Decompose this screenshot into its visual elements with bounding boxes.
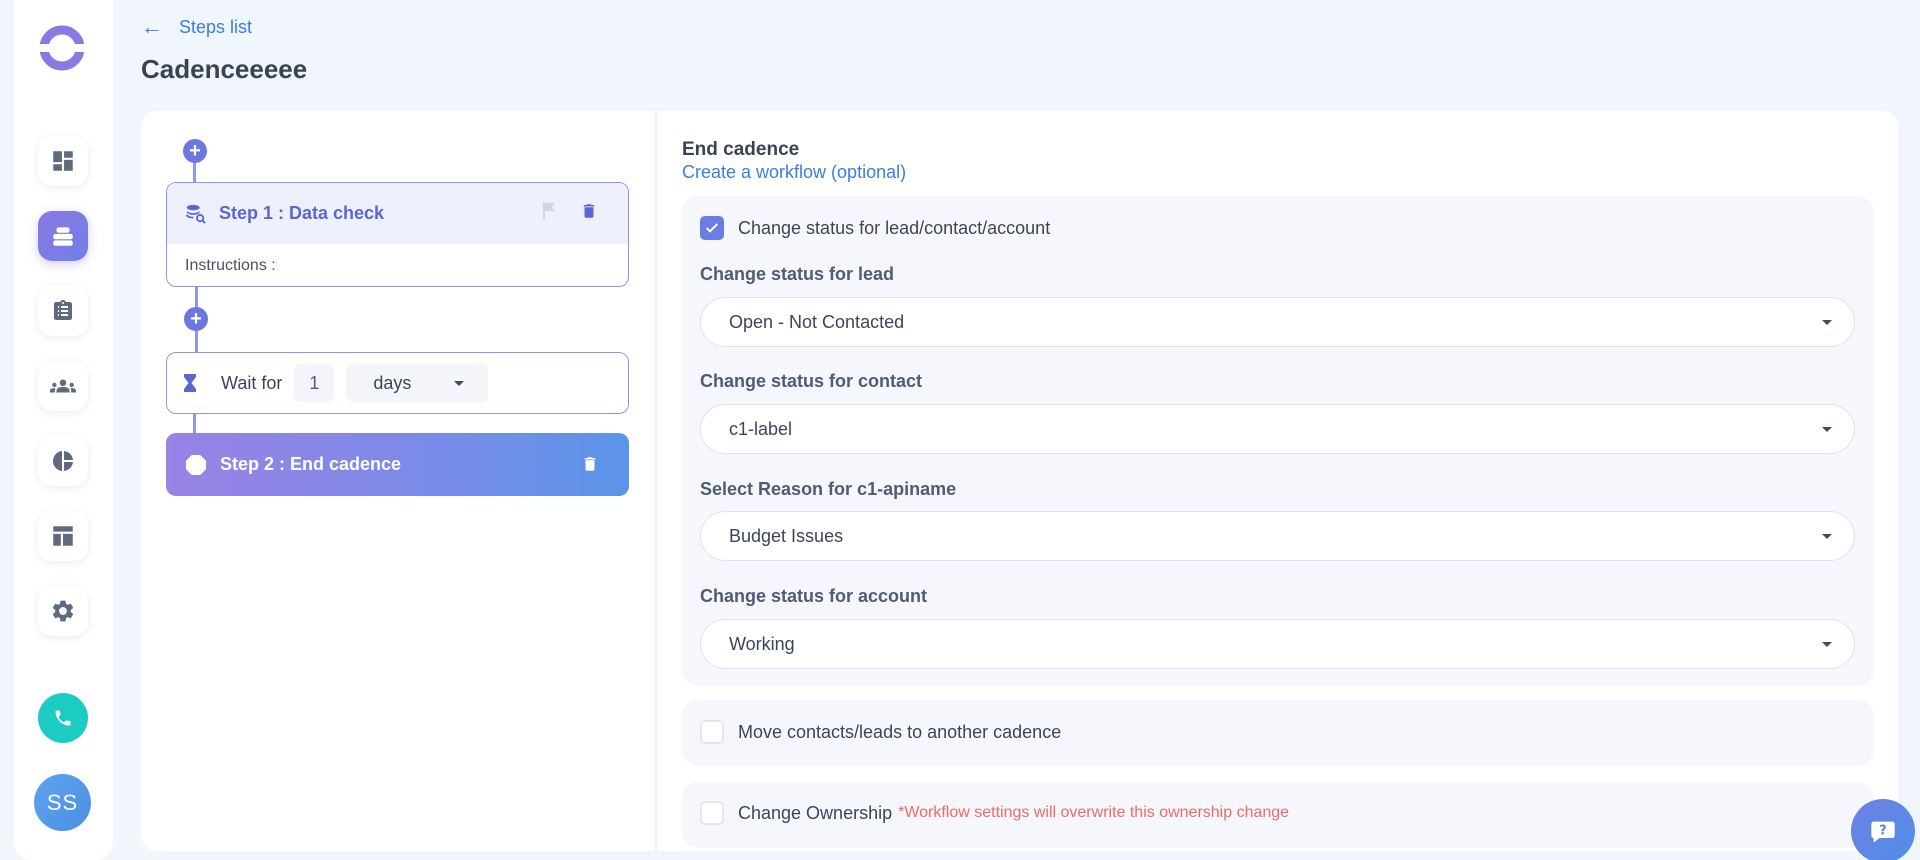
- svg-text:?: ?: [1879, 824, 1886, 839]
- back-arrow-icon: ←: [141, 14, 163, 39]
- cadence-icon: [53, 227, 73, 246]
- nav-analytics[interactable]: [38, 436, 88, 486]
- step-1-title: Step 1 : Data check: [219, 203, 385, 223]
- wait-card: Wait for 1 days: [166, 352, 629, 414]
- change-status-checkbox[interactable]: [700, 216, 724, 240]
- account-status-label: Change status for account: [700, 586, 928, 606]
- ownership-checkbox-row[interactable]: Change Ownership *Workflow settings will…: [700, 801, 1289, 825]
- wait-unit-value: days: [373, 372, 412, 393]
- move-cadence-checkbox-row[interactable]: Move contacts/leads to another cadence: [700, 720, 1061, 744]
- contact-status-select[interactable]: c1-label: [700, 404, 1855, 454]
- app-logo[interactable]: [38, 24, 86, 72]
- wait-label: Wait for: [221, 372, 283, 393]
- chevron-down-icon: [454, 381, 465, 386]
- change-status-label: Change status for lead/contact/account: [738, 217, 1051, 238]
- change-status-card: Change status for lead/contact/account C…: [682, 196, 1874, 686]
- back-label: Steps list: [179, 16, 253, 37]
- phone-icon: [55, 710, 71, 726]
- reason-value: Budget Issues: [729, 525, 844, 546]
- add-step-button[interactable]: +: [183, 139, 207, 163]
- ownership-checkbox[interactable]: [700, 801, 724, 825]
- wait-unit-select[interactable]: days: [346, 364, 489, 402]
- nav-cadences[interactable]: [38, 211, 88, 261]
- main-panel: + Step 1 : Data check Instructions : + W…: [141, 111, 1898, 851]
- ownership-label: Change Ownership: [738, 802, 893, 823]
- nav-tasks[interactable]: [38, 286, 88, 336]
- account-status-select[interactable]: Working: [700, 619, 1855, 669]
- step-1-header: Step 1 : Data check: [167, 183, 628, 244]
- chevron-down-icon: [1822, 534, 1832, 539]
- people-icon: [50, 379, 76, 393]
- checkmark-icon: [705, 223, 719, 233]
- change-status-checkbox-row[interactable]: Change status for lead/contact/account: [700, 216, 1050, 240]
- contact-status-label: Change status for contact: [700, 371, 923, 391]
- chevron-down-icon: [1822, 427, 1832, 432]
- chevron-down-icon: [1822, 642, 1832, 647]
- step-1-card[interactable]: Step 1 : Data check Instructions :: [166, 182, 629, 287]
- workflow-subtitle: Create a workflow (optional): [682, 162, 907, 182]
- contact-status-value: c1-label: [729, 418, 793, 439]
- flag-icon[interactable]: [542, 201, 558, 221]
- add-step-button[interactable]: +: [184, 307, 208, 331]
- help-button[interactable]: ?: [1851, 799, 1915, 860]
- user-avatar[interactable]: SS: [34, 774, 91, 831]
- reason-select[interactable]: Budget Issues: [700, 511, 1855, 561]
- delete-step-1-icon[interactable]: [580, 201, 598, 221]
- call-button[interactable]: [38, 693, 88, 743]
- nav-dashboard[interactable]: [38, 136, 88, 186]
- nav-templates[interactable]: [38, 511, 88, 561]
- settings-icon: [52, 600, 74, 622]
- step-1-instructions: Instructions :: [185, 257, 276, 274]
- flow-connector: [193, 414, 196, 433]
- reason-label: Select Reason for c1-apiname: [700, 479, 957, 499]
- lead-status-label: Change status for lead: [700, 264, 895, 284]
- analytics-icon: [53, 451, 73, 471]
- chevron-down-icon: [1822, 320, 1832, 325]
- tasks-icon: [54, 300, 72, 320]
- sidebar: SS: [14, 0, 113, 860]
- ownership-card: Change Ownership *Workflow settings will…: [682, 782, 1874, 848]
- data-check-icon: [185, 204, 206, 224]
- account-status-value: Working: [729, 633, 795, 654]
- hourglass-icon: [184, 374, 196, 392]
- dashboard-icon: [53, 151, 73, 171]
- page-title: Cadenceeeee: [141, 54, 308, 84]
- stop-icon: [186, 454, 206, 475]
- templates-icon: [53, 526, 73, 546]
- panel-divider: [655, 111, 657, 851]
- wait-days-input[interactable]: 1: [294, 364, 335, 402]
- move-cadence-checkbox[interactable]: [700, 720, 724, 744]
- nav-people[interactable]: [38, 361, 88, 411]
- move-cadence-card: Move contacts/leads to another cadence: [682, 700, 1874, 766]
- ownership-warning: *Workflow settings will overwrite this o…: [898, 804, 1290, 821]
- lead-status-value: Open - Not Contacted: [729, 311, 905, 332]
- help-chat-icon: ?: [1871, 821, 1895, 843]
- step-2-title: Step 2 : End cadence: [220, 454, 402, 474]
- delete-step-2-icon[interactable]: [581, 454, 599, 474]
- end-cadence-title: End cadence: [682, 139, 800, 160]
- nav-settings[interactable]: [38, 586, 88, 636]
- step-2-card[interactable]: Step 2 : End cadence: [166, 433, 629, 496]
- move-cadence-label: Move contacts/leads to another cadence: [738, 721, 1062, 742]
- back-to-steps-link[interactable]: ← Steps list: [141, 16, 252, 38]
- lead-status-select[interactable]: Open - Not Contacted: [700, 297, 1855, 347]
